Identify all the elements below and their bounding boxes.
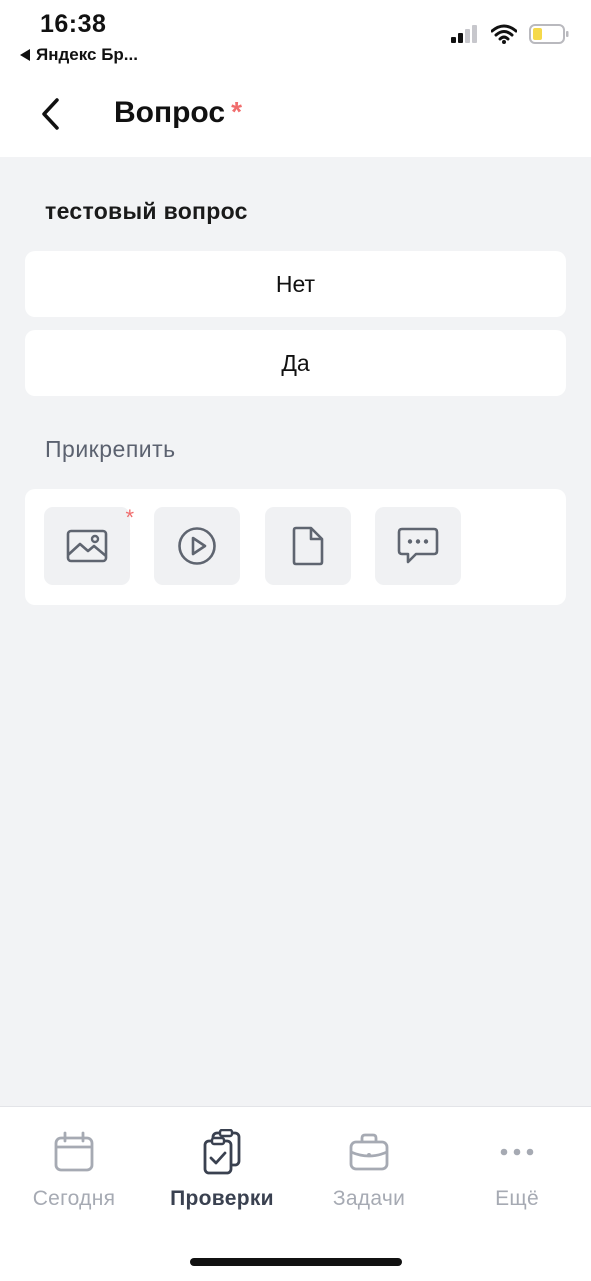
cellular-signal-icon — [451, 25, 477, 43]
attach-card: * — [25, 489, 566, 605]
back-to-app-link[interactable]: Яндекс Бр... — [20, 45, 138, 65]
wifi-icon — [491, 24, 517, 44]
status-bar: 16:38 Яндекс Бр... — [0, 0, 591, 80]
document-icon — [292, 526, 324, 566]
calendar-icon — [54, 1131, 94, 1172]
attach-document-button[interactable] — [265, 507, 351, 585]
image-icon — [66, 529, 108, 563]
tab-more[interactable]: Ещё — [443, 1127, 591, 1211]
page-title: Вопрос * — [114, 96, 242, 130]
video-play-icon — [178, 527, 216, 565]
more-icon — [500, 1148, 534, 1156]
required-mark: * — [231, 96, 242, 127]
answer-no-button[interactable]: Нет — [25, 251, 566, 317]
tab-tasks-label: Задачи — [332, 1187, 406, 1210]
tab-more-label: Ещё — [495, 1187, 539, 1210]
back-to-app-label: Яндекс Бр... — [36, 45, 138, 64]
bottom-tab-bar: Сегодня Проверки Задачи Ещё — [0, 1106, 591, 1281]
tab-today[interactable]: Сегодня — [0, 1127, 148, 1211]
attach-video-button[interactable] — [154, 507, 240, 585]
tab-checks-label: Проверки — [170, 1187, 274, 1210]
attach-required-mark: * — [125, 505, 134, 530]
comment-icon — [397, 527, 439, 564]
page-header: Вопрос * — [0, 80, 591, 157]
home-indicator[interactable] — [190, 1258, 402, 1266]
status-time: 16:38 — [40, 10, 107, 38]
back-button[interactable] — [30, 94, 70, 134]
question-text: тестовый вопрос — [45, 198, 248, 224]
tab-tasks[interactable]: Задачи — [295, 1127, 443, 1211]
status-icons — [451, 24, 569, 44]
answer-yes-button[interactable]: Да — [25, 330, 566, 396]
briefcase-icon — [349, 1133, 389, 1171]
checklist-icon — [203, 1129, 241, 1175]
attach-comment-button[interactable] — [375, 507, 461, 585]
attach-label: Прикрепить — [45, 436, 176, 462]
page-title-text: Вопрос — [114, 96, 226, 129]
back-triangle-icon — [20, 49, 30, 61]
tab-checks[interactable]: Проверки — [148, 1127, 296, 1211]
attach-photo-button[interactable]: * — [44, 505, 134, 585]
chevron-left-icon — [42, 98, 59, 130]
battery-icon — [529, 24, 569, 44]
tab-today-label: Сегодня — [32, 1187, 116, 1210]
